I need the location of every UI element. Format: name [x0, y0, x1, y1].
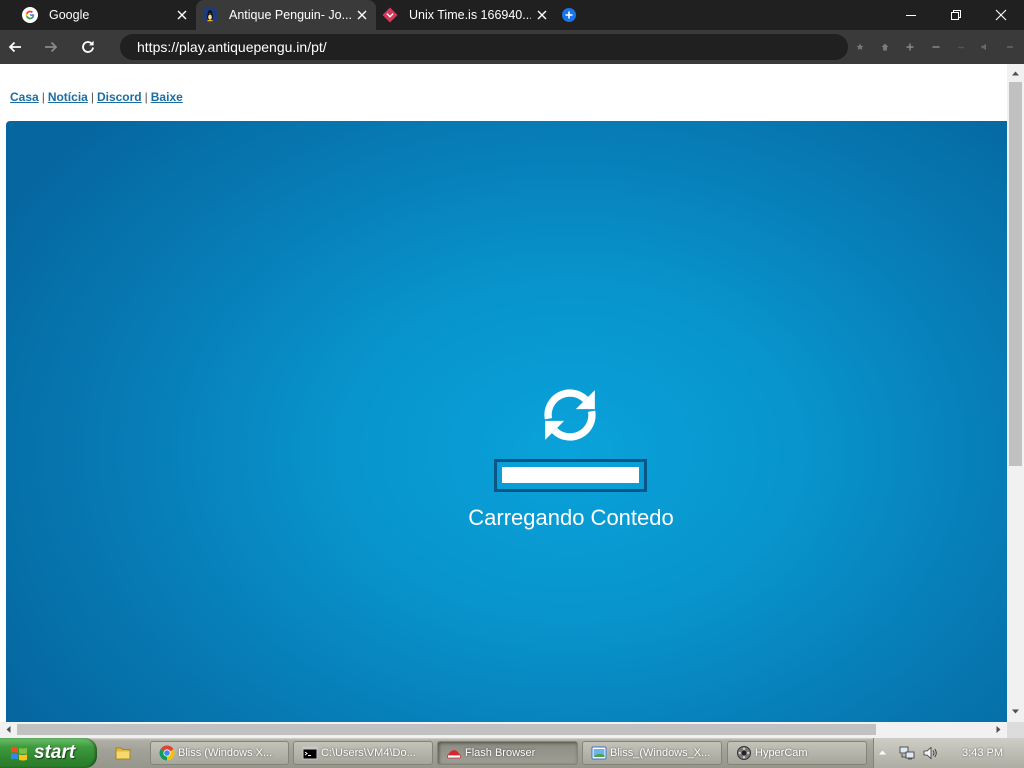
- nav-link-baixe[interactable]: Baixe: [151, 90, 183, 104]
- chrome-icon: [159, 745, 175, 761]
- forward-arrow-icon[interactable]: [43, 39, 59, 55]
- task-label: Flash Browser: [465, 747, 536, 759]
- tab-google[interactable]: Google: [16, 0, 196, 30]
- progress-fill: [502, 467, 639, 483]
- taskbar-button-flash-browser[interactable]: Flash Browser: [437, 741, 578, 765]
- scroll-right-arrow-icon[interactable]: [994, 725, 1003, 734]
- system-tray: 3:43 PM: [873, 738, 1024, 768]
- task-label: HyperCam: [755, 747, 808, 759]
- windows-flag-icon: [10, 745, 28, 761]
- navigation-bar: https://play.antiquepengu.in/pt/: [0, 30, 1024, 64]
- restore-icon: [950, 9, 962, 21]
- tab-time-is[interactable]: Unix Time.is 166940...: [376, 0, 556, 30]
- loading-progress-bar: [494, 459, 647, 492]
- start-label: start: [34, 742, 76, 763]
- taskbar: start Bliss (Windows X... C:\Users\VM4\D…: [0, 738, 1024, 768]
- address-bar[interactable]: https://play.antiquepengu.in/pt/: [120, 34, 848, 60]
- volume-icon[interactable]: [980, 42, 990, 52]
- hypercam-icon: [736, 745, 752, 761]
- nav-link-discord[interactable]: Discord: [97, 90, 142, 104]
- task-label: C:\Users\VM4\Do...: [321, 747, 416, 759]
- close-window-button[interactable]: [978, 0, 1023, 30]
- task-label: Bliss_(Windows_X...: [610, 747, 711, 759]
- address-url[interactable]: https://play.antiquepengu.in/pt/: [137, 39, 327, 55]
- explorer-folder-icon[interactable]: [115, 745, 131, 761]
- loading-text: Carregando Contedo: [468, 505, 674, 530]
- minimize-icon: [905, 9, 917, 21]
- network-icon[interactable]: [899, 745, 915, 761]
- horizontal-scrollbar[interactable]: [0, 722, 1007, 738]
- menu-icon[interactable]: [1005, 42, 1015, 52]
- tab-close-icon[interactable]: [355, 8, 369, 22]
- google-icon: [22, 7, 38, 23]
- nav-link-noticia[interactable]: Notícia: [48, 90, 88, 104]
- tray-volume-icon[interactable]: [922, 745, 938, 761]
- tab-antique-penguin[interactable]: Antique Penguin- Jo...: [196, 0, 376, 30]
- tab-close-icon[interactable]: [535, 8, 549, 22]
- start-button[interactable]: start: [0, 738, 97, 768]
- close-icon: [995, 9, 1007, 21]
- flash-browser-icon: [446, 745, 462, 761]
- show-hidden-icons-icon[interactable]: [878, 748, 887, 757]
- refresh-icon: [532, 377, 608, 453]
- progress-track: [502, 467, 639, 483]
- vertical-scroll-thumb[interactable]: [1009, 82, 1022, 466]
- nav-link-casa[interactable]: Casa: [10, 90, 39, 104]
- zoom-reset-icon[interactable]: [956, 42, 966, 52]
- scroll-down-arrow-icon[interactable]: [1011, 707, 1020, 716]
- home-icon[interactable]: [880, 42, 890, 52]
- zoom-in-icon[interactable]: [905, 42, 915, 52]
- nav-separator: |: [90, 90, 94, 104]
- new-tab-plus-icon[interactable]: [561, 7, 577, 23]
- reload-icon[interactable]: [80, 39, 96, 55]
- tab-title: Google: [49, 8, 90, 22]
- minimize-button[interactable]: [888, 0, 933, 30]
- horizontal-scroll-thumb[interactable]: [17, 724, 876, 735]
- site-nav: Casa | Notícia | Discord | Baixe: [10, 90, 183, 104]
- back-arrow-icon[interactable]: [7, 39, 23, 55]
- task-label: Bliss (Windows X...: [178, 747, 273, 759]
- time-is-icon: [382, 7, 398, 23]
- web-page: Casa | Notícia | Discord | Baixe Carregando Co…: [0, 64, 1007, 722]
- taskbar-button-cmd[interactable]: C:\Users\VM4\Do...: [293, 741, 433, 765]
- bookmark-star-icon[interactable]: [855, 42, 865, 52]
- taskbar-button-bliss-image[interactable]: Bliss_(Windows_X...: [582, 741, 722, 765]
- nav-separator: |: [144, 90, 148, 104]
- image-viewer-icon: [591, 745, 607, 761]
- taskbar-button-bliss-chrome[interactable]: Bliss (Windows X...: [150, 741, 289, 765]
- nav-separator: |: [41, 90, 45, 104]
- restore-button[interactable]: [933, 0, 978, 30]
- tab-title: Unix Time.is 166940...: [409, 8, 531, 22]
- zoom-out-icon[interactable]: [931, 42, 941, 52]
- scrollbar-corner: [1007, 722, 1024, 738]
- vertical-scrollbar[interactable]: [1007, 64, 1024, 722]
- tab-strip: Google Antique Penguin- Jo... Unix Time.…: [0, 0, 1024, 30]
- cmd-icon: [302, 745, 318, 761]
- scroll-up-arrow-icon[interactable]: [1011, 69, 1020, 78]
- clock[interactable]: 3:43 PM: [962, 738, 1003, 768]
- taskbar-button-hypercam[interactable]: HyperCam: [727, 741, 867, 765]
- tab-close-icon[interactable]: [175, 8, 189, 22]
- antique-penguin-icon: [202, 7, 218, 23]
- game-canvas[interactable]: Carregando Contedo: [6, 121, 1007, 722]
- scroll-left-arrow-icon[interactable]: [4, 725, 13, 734]
- tab-title: Antique Penguin- Jo...: [229, 8, 351, 22]
